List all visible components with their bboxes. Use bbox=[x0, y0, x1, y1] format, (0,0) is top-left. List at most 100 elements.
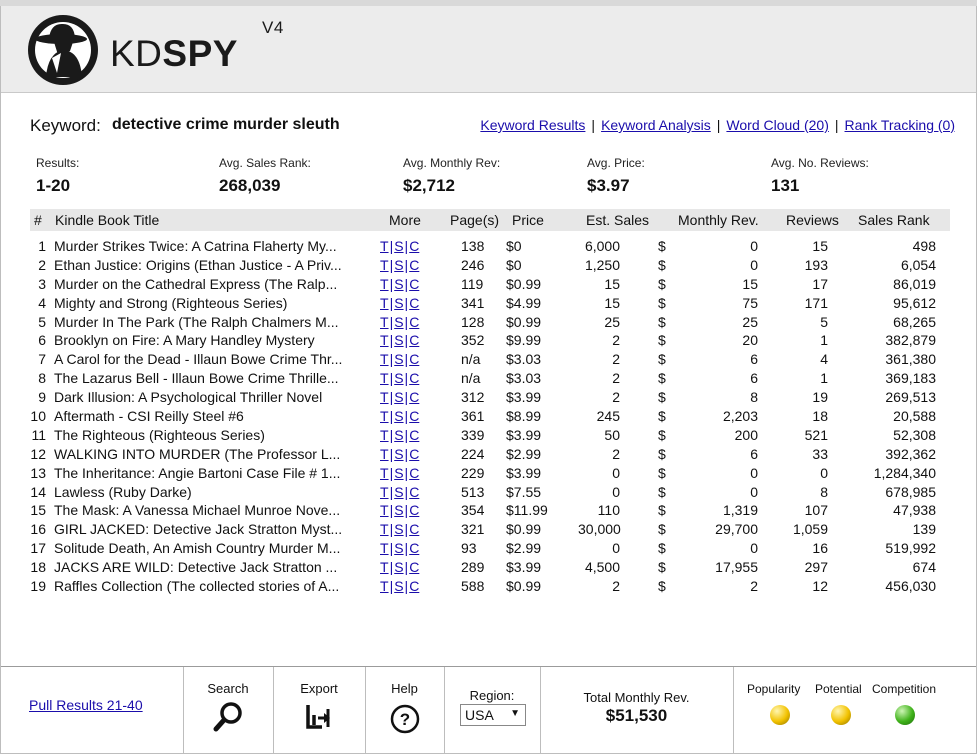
more-link-t[interactable]: T bbox=[380, 446, 389, 462]
table-row[interactable]: 18 JACKS ARE WILD: Detective Jack Stratto… bbox=[30, 558, 950, 577]
more-link-t[interactable]: T bbox=[380, 351, 389, 367]
more-link-t[interactable]: T bbox=[380, 540, 389, 556]
more-link-c[interactable]: C bbox=[409, 540, 419, 556]
more-link-s[interactable]: S bbox=[394, 295, 403, 311]
more-link-s[interactable]: S bbox=[394, 446, 403, 462]
more-link-c[interactable]: C bbox=[409, 521, 419, 537]
table-row[interactable]: 19 Raffles Collection (The collected stor… bbox=[30, 577, 950, 596]
more-link-s[interactable]: S bbox=[394, 521, 403, 537]
table-row[interactable]: 4 Mighty and Strong (Righteous Series) 341… bbox=[30, 294, 950, 313]
more-link-c[interactable]: C bbox=[409, 446, 419, 462]
more-link-c[interactable]: C bbox=[409, 351, 419, 367]
more-link-c[interactable]: C bbox=[409, 370, 419, 386]
table-row[interactable]: 13 The Inheritance: Angie Bartoni Case Fi… bbox=[30, 464, 950, 483]
more-link-t[interactable]: T bbox=[380, 502, 389, 518]
more-link-t[interactable]: T bbox=[380, 559, 389, 575]
more-link-s[interactable]: S bbox=[394, 578, 403, 594]
header-reviews[interactable]: Reviews bbox=[786, 212, 839, 228]
row-num: 8 bbox=[38, 370, 46, 387]
stat-avg-price: Avg. Price: $3.97 bbox=[587, 156, 645, 196]
link-word-cloud[interactable]: Word Cloud (20) bbox=[726, 117, 828, 133]
more-link-t[interactable]: T bbox=[380, 370, 389, 386]
more-link-t[interactable]: T bbox=[380, 578, 389, 594]
more-link-t[interactable]: T bbox=[380, 427, 389, 443]
header-monthly-rev[interactable]: Monthly Rev. bbox=[678, 212, 759, 228]
table-row[interactable]: 14 Lawless (Ruby Darke) 513 $7.55 0 0 8 678,985… bbox=[30, 483, 950, 502]
more-link-s[interactable]: S bbox=[394, 465, 403, 481]
header-more[interactable]: More bbox=[389, 212, 421, 228]
export-button[interactable]: Export bbox=[273, 667, 366, 753]
more-link-t[interactable]: T bbox=[380, 295, 389, 311]
more-link-c[interactable]: C bbox=[409, 238, 419, 254]
link-keyword-analysis[interactable]: Keyword Analysis bbox=[601, 117, 711, 133]
more-link-s[interactable]: S bbox=[394, 238, 403, 254]
page-count: n/a bbox=[461, 370, 481, 387]
more-link-c[interactable]: C bbox=[409, 295, 419, 311]
more-link-c[interactable]: C bbox=[409, 389, 419, 405]
header-sales-rank[interactable]: Sales Rank bbox=[858, 212, 930, 228]
link-rank-tracking[interactable]: Rank Tracking (0) bbox=[845, 117, 955, 133]
table-row[interactable]: 7 A Carol for the Dead - Illaun Bowe Crim… bbox=[30, 350, 950, 369]
more-link-c[interactable]: C bbox=[409, 578, 419, 594]
more-link-c[interactable]: C bbox=[409, 276, 419, 292]
more-link-c[interactable]: C bbox=[409, 559, 419, 575]
more-link-t[interactable]: T bbox=[380, 389, 389, 405]
table-row[interactable]: 8 The Lazarus Bell - Illaun Bowe Crime Th… bbox=[30, 369, 950, 388]
more-link-t[interactable]: T bbox=[380, 332, 389, 348]
table-row[interactable]: 16 GIRL JACKED: Detective Jack Stratton M… bbox=[30, 520, 950, 539]
more-link-s[interactable]: S bbox=[394, 370, 403, 386]
table-row[interactable]: 1 Murder Strikes Twice: A Catrina Flahert… bbox=[30, 237, 950, 256]
more-link-t[interactable]: T bbox=[380, 257, 389, 273]
price: $3.03 bbox=[506, 370, 542, 387]
table-row[interactable]: 9 Dark Illusion: A Psychological Thriller… bbox=[30, 388, 950, 407]
header-est-sales[interactable]: Est. Sales bbox=[586, 212, 649, 228]
table-row[interactable]: 10 Aftermath - CSI Reilly Steel #6 361 $8.9… bbox=[30, 407, 950, 426]
region-select[interactable]: USA ▼ bbox=[460, 704, 526, 726]
header-num[interactable]: # bbox=[34, 212, 42, 228]
table-row[interactable]: 3 Murder on the Cathedral Express (The Ra… bbox=[30, 275, 950, 294]
table-row[interactable]: 11 The Righteous (Righteous Series) 339 $3.… bbox=[30, 426, 950, 445]
more-link-c[interactable]: C bbox=[409, 332, 419, 348]
table-row[interactable]: 12 WALKING INTO MURDER (The Professor L..… bbox=[30, 445, 950, 464]
more-link-t[interactable]: T bbox=[380, 521, 389, 537]
more-link-t[interactable]: T bbox=[380, 465, 389, 481]
more-link-t[interactable]: T bbox=[380, 314, 389, 330]
more-link-c[interactable]: C bbox=[409, 257, 419, 273]
help-button[interactable]: Help ? bbox=[365, 667, 445, 753]
more-link-c[interactable]: C bbox=[409, 314, 419, 330]
more-link-s[interactable]: S bbox=[394, 559, 403, 575]
link-keyword-results[interactable]: Keyword Results bbox=[480, 117, 585, 133]
more-link-c[interactable]: C bbox=[409, 427, 419, 443]
more-link-c[interactable]: C bbox=[409, 502, 419, 518]
more-link-c[interactable]: C bbox=[409, 484, 419, 500]
more-link-t[interactable]: T bbox=[380, 238, 389, 254]
table-row[interactable]: 17 Solitude Death, An Amish Country Murde… bbox=[30, 539, 950, 558]
review-count: 0 bbox=[820, 464, 828, 481]
header-price[interactable]: Price bbox=[512, 212, 544, 228]
table-row[interactable]: 6 Brooklyn on Fire: A Mary Handley Myster… bbox=[30, 331, 950, 350]
table-row[interactable]: 2 Ethan Justice: Origins (Ethan Justice -… bbox=[30, 256, 950, 275]
table-row[interactable]: 15 The Mask: A Vanessa Michael Munroe Nov… bbox=[30, 501, 950, 520]
search-button[interactable]: Search bbox=[183, 667, 274, 753]
monthly-rev: 20 bbox=[742, 332, 758, 349]
more-link-c[interactable]: C bbox=[409, 465, 419, 481]
table-row[interactable]: 5 Murder In The Park (The Ralph Chalmers … bbox=[30, 313, 950, 332]
more-link-c[interactable]: C bbox=[409, 408, 419, 424]
more-link-s[interactable]: S bbox=[394, 351, 403, 367]
more-link-s[interactable]: S bbox=[394, 408, 403, 424]
more-link-s[interactable]: S bbox=[394, 389, 403, 405]
more-link-t[interactable]: T bbox=[380, 408, 389, 424]
more-link-s[interactable]: S bbox=[394, 427, 403, 443]
more-link-t[interactable]: T bbox=[380, 484, 389, 500]
header-pages[interactable]: Page(s) bbox=[450, 212, 499, 228]
more-link-s[interactable]: S bbox=[394, 502, 403, 518]
header-title[interactable]: Kindle Book Title bbox=[55, 212, 159, 228]
more-link-s[interactable]: S bbox=[394, 276, 403, 292]
more-link-s[interactable]: S bbox=[394, 540, 403, 556]
more-link-s[interactable]: S bbox=[394, 332, 403, 348]
more-link-s[interactable]: S bbox=[394, 484, 403, 500]
more-link-s[interactable]: S bbox=[394, 257, 403, 273]
pull-results-link[interactable]: Pull Results 21-40 bbox=[29, 697, 143, 713]
more-link-s[interactable]: S bbox=[394, 314, 403, 330]
more-link-t[interactable]: T bbox=[380, 276, 389, 292]
